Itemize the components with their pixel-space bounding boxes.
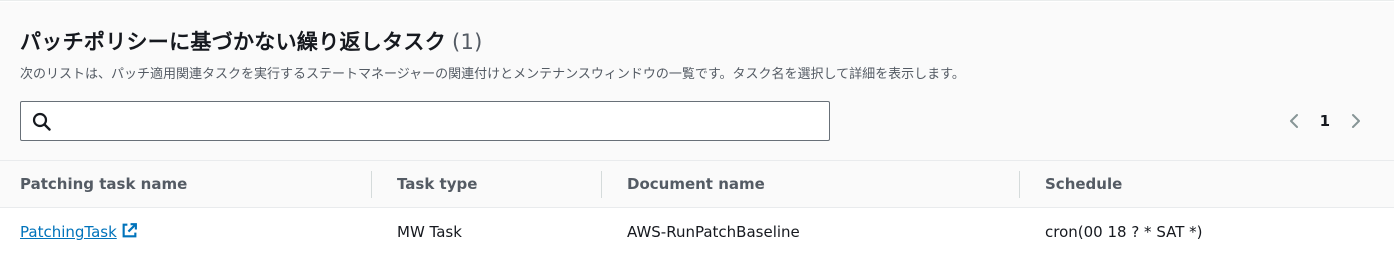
document-name-cell: AWS-RunPatchBaseline <box>627 223 800 241</box>
patching-tasks-panel: パッチポリシーに基づかない繰り返しタスク (1) 次のリストは、パッチ適用関連タス… <box>0 0 1394 255</box>
search-input[interactable] <box>59 102 819 140</box>
panel-description: 次のリストは、パッチ適用関連タスクを実行するステートマネージャーの関連付けとメン… <box>20 67 965 82</box>
pagination: 1 <box>1282 108 1368 134</box>
table-row: PatchingTask MW Task AWS-RunPatchBaselin… <box>0 209 1394 255</box>
task-count: (1) <box>452 30 483 54</box>
chevron-right-icon <box>1352 114 1360 128</box>
external-link-icon <box>121 211 138 255</box>
column-header-schedule[interactable]: Schedule <box>1045 161 1122 208</box>
task-name-cell: PatchingTask <box>20 209 138 255</box>
search-box[interactable] <box>20 101 830 141</box>
task-name-link-label: PatchingTask <box>20 223 117 241</box>
schedule-cell: cron(00 18 ? * SAT *) <box>1045 223 1203 241</box>
panel-title-text: パッチポリシーに基づかない繰り返しタスク <box>20 30 446 54</box>
task-type-cell: MW Task <box>397 223 462 241</box>
column-divider[interactable] <box>601 171 602 198</box>
column-divider[interactable] <box>371 171 372 198</box>
column-header-document-name[interactable]: Document name <box>627 161 765 208</box>
next-page-button[interactable] <box>1344 109 1368 133</box>
current-page-number[interactable]: 1 <box>1320 112 1330 130</box>
search-icon <box>32 112 52 132</box>
column-divider[interactable] <box>1019 171 1020 198</box>
column-header-task-type[interactable]: Task type <box>397 161 477 208</box>
task-name-link[interactable]: PatchingTask <box>20 223 138 241</box>
chevron-left-icon <box>1289 114 1298 128</box>
previous-page-button[interactable] <box>1282 109 1306 133</box>
panel-title: パッチポリシーに基づかない繰り返しタスク (1) <box>20 26 483 56</box>
table-header: Patching task name Task type Document na… <box>0 161 1394 208</box>
panel-header: パッチポリシーに基づかない繰り返しタスク (1) 次のリストは、パッチ適用関連タス… <box>0 2 1394 161</box>
column-header-task-name[interactable]: Patching task name <box>20 161 187 208</box>
